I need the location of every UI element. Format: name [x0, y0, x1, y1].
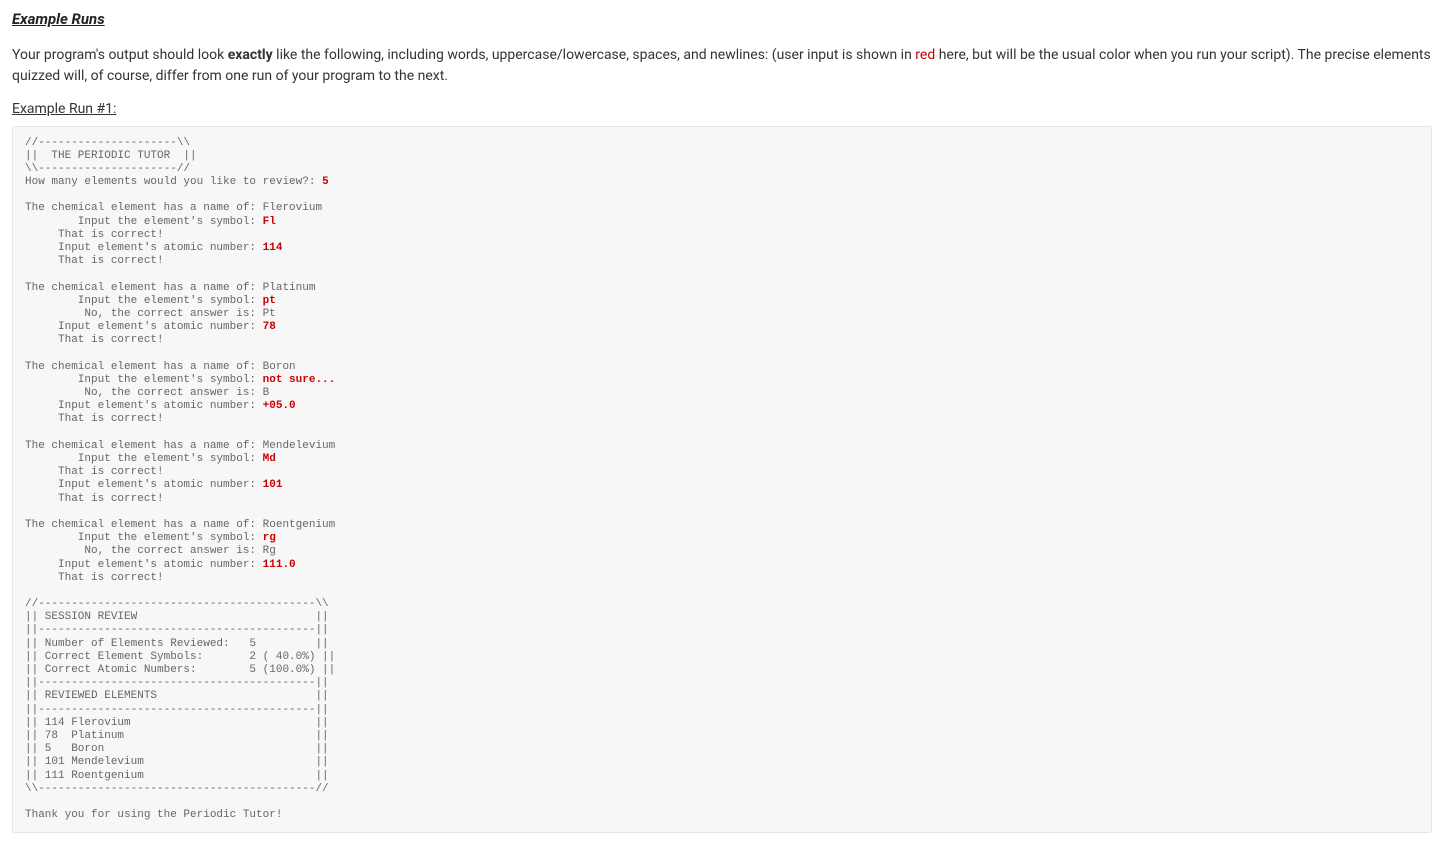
example-run-label: Example Run #1:: [12, 99, 116, 120]
user-input: pt: [263, 295, 276, 307]
user-input: 78: [263, 321, 276, 333]
user-input: rg: [263, 532, 276, 544]
user-input: not sure...: [263, 374, 336, 386]
intro-text-1: Your program's output should look: [12, 47, 228, 63]
section-title: Example Runs: [12, 8, 1432, 31]
user-input: 5: [322, 176, 329, 188]
intro-bold: exactly: [228, 47, 273, 63]
example-run-output: //---------------------\\ || THE PERIODI…: [12, 126, 1432, 834]
intro-paragraph: Your program's output should look exactl…: [12, 45, 1432, 87]
user-input: 114: [263, 242, 283, 254]
user-input: 101: [263, 479, 283, 491]
user-input: Fl: [263, 216, 276, 228]
user-input: +05.0: [263, 400, 296, 412]
user-input: Md: [263, 453, 276, 465]
intro-text-2: like the following, including words, upp…: [273, 47, 916, 63]
intro-red: red: [915, 47, 935, 63]
user-input: 111.0: [263, 559, 296, 571]
